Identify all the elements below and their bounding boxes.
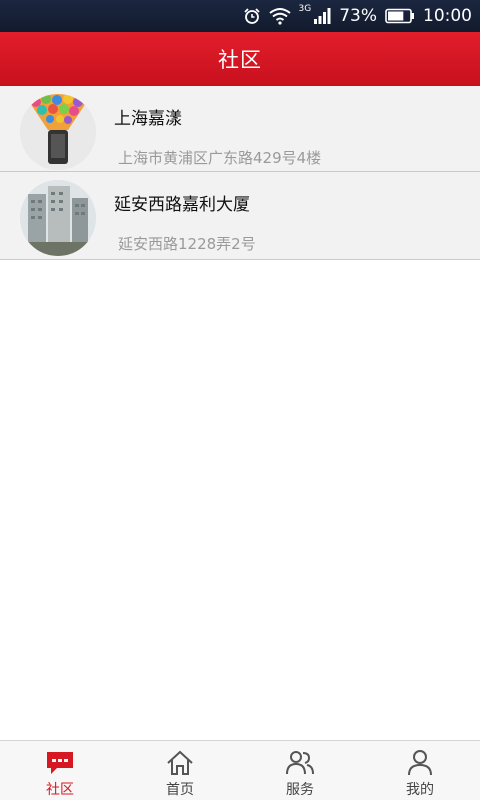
signal-icon — [313, 7, 331, 25]
page-title: 社区 — [218, 48, 262, 72]
wifi-icon — [268, 7, 291, 25]
alarm-icon — [243, 7, 261, 25]
tab-label: 首页 — [166, 782, 194, 798]
home-icon — [167, 750, 193, 775]
tab-community[interactable]: 社区 — [0, 741, 120, 800]
status-icons: 3G 73% 10:00 — [243, 0, 472, 32]
community-name: 上海嘉漾 — [114, 109, 182, 129]
tab-home[interactable]: 首页 — [120, 741, 240, 800]
tab-label: 社区 — [46, 782, 74, 798]
battery-percent: 73% — [339, 6, 377, 26]
status-bar: 3G 73% 10:00 — [0, 0, 480, 32]
bottom-tab-bar: 社区 首页 服务 我的 — [0, 740, 480, 800]
person-icon — [408, 750, 432, 776]
community-item[interactable]: 上海嘉漾 上海市黄浦区广东路429号4楼 — [0, 86, 480, 172]
tab-service[interactable]: 服务 — [240, 741, 360, 800]
tab-label: 我的 — [406, 782, 434, 798]
tab-mine[interactable]: 我的 — [360, 741, 480, 800]
community-thumbnail — [20, 180, 96, 256]
app-header: 社区 — [0, 32, 480, 86]
battery-icon — [385, 8, 415, 24]
community-list: 上海嘉漾 上海市黄浦区广东路429号4楼 延安西路嘉利大厦 延安西路1228弄2… — [0, 86, 480, 260]
community-address: 上海市黄浦区广东路429号4楼 — [118, 149, 322, 167]
clock: 10:00 — [423, 6, 472, 26]
network-type: 3G — [298, 4, 312, 14]
people-icon — [286, 751, 314, 775]
chat-bubble-icon — [47, 752, 73, 774]
community-item[interactable]: 延安西路嘉利大厦 延安西路1228弄2号 — [0, 172, 480, 260]
community-thumbnail — [20, 94, 96, 170]
tab-label: 服务 — [286, 782, 314, 798]
community-address: 延安西路1228弄2号 — [118, 235, 256, 253]
community-name: 延安西路嘉利大厦 — [114, 195, 250, 215]
